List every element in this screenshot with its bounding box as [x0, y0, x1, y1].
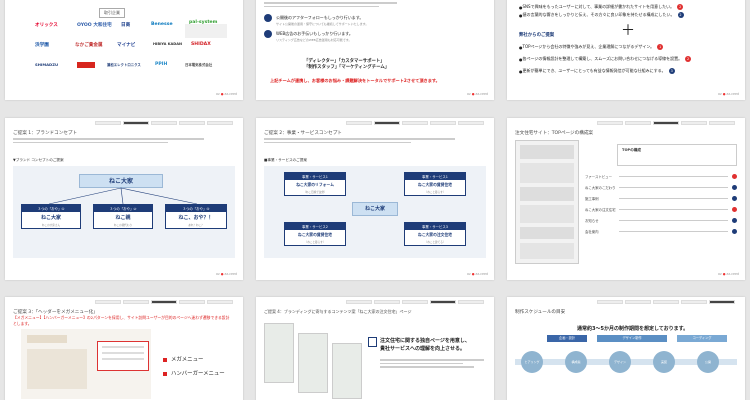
logo-nakago: なかご貴金属: [75, 43, 103, 48]
section-tabs: [597, 121, 735, 125]
list-item: 施工事例: [585, 196, 737, 201]
client-logos-caption: 取引企業: [99, 8, 125, 18]
logo-mark: [77, 62, 95, 68]
list-item: ファーストビュー: [585, 174, 737, 179]
logo-daiwa: OYOO 大和住宅: [77, 23, 112, 28]
slide-title: ご提案 1：ブランドコンセプト: [13, 131, 78, 136]
logo-ppih: PPIH: [155, 62, 168, 67]
logo-benesse: Benesse: [151, 22, 173, 27]
slide-brand-concept[interactable]: ご提案 1：ブランドコンセプト ▼ブランド コンセプトのご提案 ねこ大家 ３つの…: [5, 118, 243, 280]
section-tabs: [95, 121, 233, 125]
bullet-icon: [264, 30, 272, 38]
document-icon: [368, 337, 377, 347]
slide-title: 制作スケジュールの目安: [515, 310, 566, 315]
logo-kanematsu: 兼松エレクトロニクス: [107, 63, 141, 67]
proposal-row: ● 更新が簡単にでき、ユーザーにとっても有益な情報発信が可能な仕組みにする。 3: [519, 68, 675, 74]
phase-bar: 企画・設計: [547, 335, 587, 342]
top-structure-box: TOPの構成: [617, 144, 737, 166]
list-item: ねこ大家の注文住宅: [585, 207, 737, 212]
support-item-aftercare: 公開後のアフターフォローもしっかり行います。 サイト公開後の運用・保守についても…: [264, 14, 368, 26]
team-cta: 上記チームが連携し、お客様のお悩み・課題解決をトータルでサポート2させて頂きます…: [270, 78, 440, 83]
slide-footer: az ● az-ceed: [216, 272, 237, 276]
support-item-web-ads: WEB広告のお手伝いもしっかり行います。 リスティング広告などのWEB広告運用も…: [264, 30, 353, 42]
list-item: お知らせ: [585, 218, 737, 223]
section-label: ▼ブランド コンセプトのご提案: [13, 158, 64, 162]
service-box-1: 事業・サービス1 ねこ大家のリフォーム （ねこ目線で改修）: [284, 172, 346, 196]
section-tabs: [597, 300, 735, 304]
logo-nec: 日本電気株式会社: [185, 63, 213, 67]
issue-row: ● 値の言葉的な響きをしっかりと伝え、その方々に良い印象を持たせる構成にしたい。…: [519, 12, 684, 18]
logo-nissho: 日商: [121, 23, 131, 28]
issue-row: ● SNSで興味をもったユーザーに対して、事業の詳細が書かれたサイトを用意したい…: [519, 4, 684, 10]
step-circle: 公開: [697, 351, 719, 373]
logo-hamagakuen: 浜学園: [35, 43, 49, 48]
slide-proposals[interactable]: ● SNSで興味をもったユーザーに対して、事業の詳細が書かれたサイトを用意したい…: [507, 0, 745, 100]
bullet-icon: [264, 14, 272, 22]
slide-title: 注文住宅サイト：TOPページの構成案: [515, 131, 594, 136]
logo-orix: オリックス: [35, 23, 58, 28]
slide-mega-menu[interactable]: ご提案 3：「ヘッダーをメガメニュー化」 【メガメニュー】【ハンバーガーメニュー…: [5, 297, 243, 400]
slide-top-structure[interactable]: 注文住宅サイト：TOPページの構成案 TOPの構成 ファーストビュー ねこ大家の…: [507, 118, 745, 280]
service-diagram: 事業・サービス1 ねこ大家のリフォーム （ねこ目線で改修） 事業・サービス1 ねこ大家…: [264, 166, 486, 258]
menu-types: メガメニュー ハンバーガーメニュー: [163, 355, 225, 383]
section-list: ファーストビュー ねこ大家のこだわり 施工事例 ねこ大家の注文住宅 お知らせ 会…: [585, 174, 737, 240]
proposal-heading: 弊社からのご提案: [519, 33, 555, 38]
step-circle: 実装: [653, 351, 675, 373]
section-tabs: [95, 300, 233, 304]
slide-schedule[interactable]: 制作スケジュールの目安 通常約3〜5か月の制作期間を想定しております。 企画・設…: [507, 297, 745, 400]
menu-type-mega: メガメニュー: [163, 355, 225, 363]
content-headline: 注文住宅に関する独自ページを用意し、 貴社サービスへの理解を向上させる。: [380, 338, 470, 352]
step-circle: ヒアリング: [521, 351, 543, 373]
logo-shimadzu: SHIMADZU: [35, 62, 59, 67]
step-circle: デザイン: [609, 351, 631, 373]
section-label: ■事業・サービスのご提案: [264, 158, 307, 162]
page-thumbnails: [264, 323, 364, 400]
slide-footer: az ● az-ceed: [718, 92, 739, 96]
mega-menu-popup: [97, 341, 149, 371]
concept-box-3: ３つの「おや」③ ねこ、おや？！ あれ？ねこ？: [165, 204, 227, 229]
phase-bar: デザイン制作: [597, 335, 667, 342]
menu-type-hamburger: ハンバーガーメニュー: [163, 369, 225, 377]
plus-icon: ＋: [621, 23, 635, 39]
logo-palsystem: pal-system: [189, 20, 218, 25]
section-tabs: [346, 121, 484, 125]
concept-box-1: ３つの「おや」① ねこ大家 ねこの大家さん: [21, 204, 81, 229]
slide-footer: az ● az-ceed: [216, 92, 237, 96]
list-item: ねこ大家のこだわり: [585, 185, 737, 190]
text-lines: [264, 138, 486, 145]
schedule-headline: 通常約3〜5か月の制作期間を想定しております。: [577, 326, 689, 332]
phase-bar: コーディング: [677, 335, 727, 342]
service-center-pill: ねこ大家: [352, 202, 398, 216]
slide-support-team[interactable]: 公開後のアフターフォローもしっかり行います。 サイト公開後の運用・保守についても…: [256, 0, 494, 100]
list-item: 会社案内: [585, 229, 737, 234]
slide-footer: az ● az-ceed: [718, 272, 739, 276]
wireframe-mockup: [515, 140, 579, 264]
text-lines: [13, 138, 235, 145]
logo-shidax: SHIDAX: [191, 42, 211, 47]
slide-client-logos[interactable]: 取引企業 オリックス OYOO 大和住宅 日商 Benesse pal-syst…: [5, 0, 243, 100]
slide-content-page[interactable]: ご提案 4：ブランディングに寄与するコンテンツ案「ねこ大家の注文住宅」ページ 注…: [256, 297, 494, 400]
text-lines: [380, 359, 484, 370]
logo-placeholder: [185, 24, 227, 38]
proposal-row: ● 各ページの情報設計を整理して構築し、スムーズにお問い合わせにつなげる導線を設…: [519, 56, 692, 62]
mega-menu-note: 【メガメニュー】【ハンバーガーメニュー】の2パターンを採用し、サイト訪問ユーザー…: [13, 315, 230, 326]
step-circle: 構成案: [565, 351, 587, 373]
concept-box-2: ３つの「おや」② ねこ親 ねこの親代わり: [93, 204, 153, 229]
slide-footer: az ● az-ceed: [467, 272, 488, 276]
logo-hibiya-kadan: HIBIYA KADAN: [153, 42, 183, 46]
proposal-row: ● TOPページから会社の特徴や強みが見え、企業理解につながるデザイン。 1: [519, 44, 664, 50]
slide-title: ご提案 4：ブランディングに寄与するコンテンツ案「ねこ大家の注文住宅」ページ: [264, 309, 412, 314]
text-lines: [264, 2, 486, 9]
service-box-4: 事業・サービス3 ねこ大家の注文住宅 （ねこと建てる）: [404, 222, 466, 246]
section-tabs: [346, 300, 484, 304]
service-box-3: 事業・サービス2 ねこ大家の賃貸住宅 （ねこと暮らす）: [284, 222, 346, 246]
service-box-2: 事業・サービス1 ねこ大家の賃貸住宅 （ねこと暮らす）: [404, 172, 466, 196]
team-roles: 「ディレクター」「カスタマーサポート」「制作スタッフ」「マーケティングチーム」: [304, 59, 390, 70]
logo-mynavi: マイナビ: [117, 43, 136, 48]
slide-title: ご提案 2：事業・サービスコンセプト: [264, 131, 342, 136]
slide-service-concept[interactable]: ご提案 2：事業・サービスコンセプト ■事業・サービスのご提案 事業・サービス1…: [256, 118, 494, 280]
brand-diagram: ねこ大家 ３つの「おや」① ねこ大家 ねこの大家さん ３つの「おや」② ねこ親 ねこの親…: [13, 166, 235, 258]
slide-footer: az ● az-ceed: [467, 92, 488, 96]
